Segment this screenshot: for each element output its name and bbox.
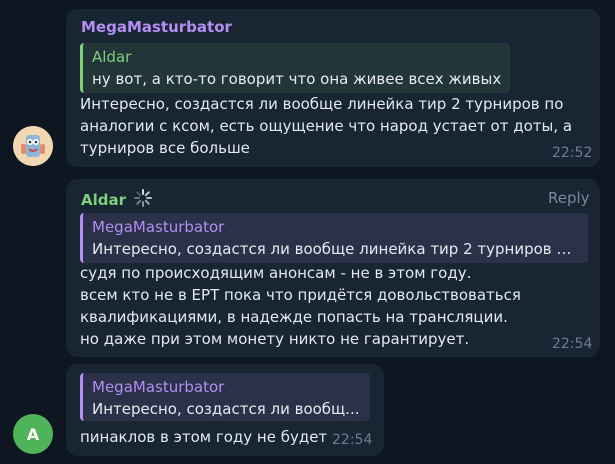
reply-quote[interactable]: MegaMasturbator Интересно, создастся ли …	[80, 213, 588, 263]
sender-name[interactable]: MegaMasturbator	[81, 18, 232, 36]
message-time: 22:54	[552, 336, 593, 352]
reply-quote-name: MegaMasturbator	[92, 378, 225, 396]
reply-quote-name: Aldar	[92, 48, 132, 66]
sender-name[interactable]: Aldar	[81, 188, 153, 212]
message-bubble[interactable]: Aldar Reply MegaMasturbator Интересно, с…	[66, 179, 600, 357]
reply-quote-text: ну вот, а кто-то говорит что она живее в…	[92, 70, 502, 88]
message-text: судя по происходящим анонсам - не в этом…	[80, 264, 521, 348]
loading-spinner-icon	[133, 188, 153, 212]
reply-button[interactable]: Reply	[548, 189, 590, 207]
cartoon-avatar-icon	[13, 126, 53, 166]
message-bubble[interactable]: MegaMasturbator Интересно, создастся ли …	[66, 364, 384, 456]
reply-quote-text: Интересно, создастся ли вообще линейка т…	[92, 240, 580, 258]
reply-quote[interactable]: MegaMasturbator Интересно, создастся ли …	[80, 373, 370, 421]
message-text: пинаклов в этом году не будет	[80, 428, 328, 446]
user-avatar[interactable]: A	[13, 414, 53, 454]
user-avatar[interactable]	[13, 126, 53, 166]
reply-quote-name: MegaMasturbator	[92, 218, 225, 236]
message-bubble[interactable]: MegaMasturbator Aldar ну вот, а кто-то г…	[66, 9, 600, 167]
avatar-letter: A	[26, 424, 40, 444]
message-time: 22:52	[552, 145, 593, 161]
reply-quote[interactable]: Aldar ну вот, а кто-то говорит что она ж…	[80, 43, 510, 93]
message-time: 22:54	[332, 432, 373, 448]
reply-quote-text: Интересно, создастся ли вообщ...	[92, 400, 360, 418]
sender-name-label: Aldar	[81, 191, 127, 209]
message-text: Интересно, создастся ли вообще линейка т…	[80, 95, 573, 157]
